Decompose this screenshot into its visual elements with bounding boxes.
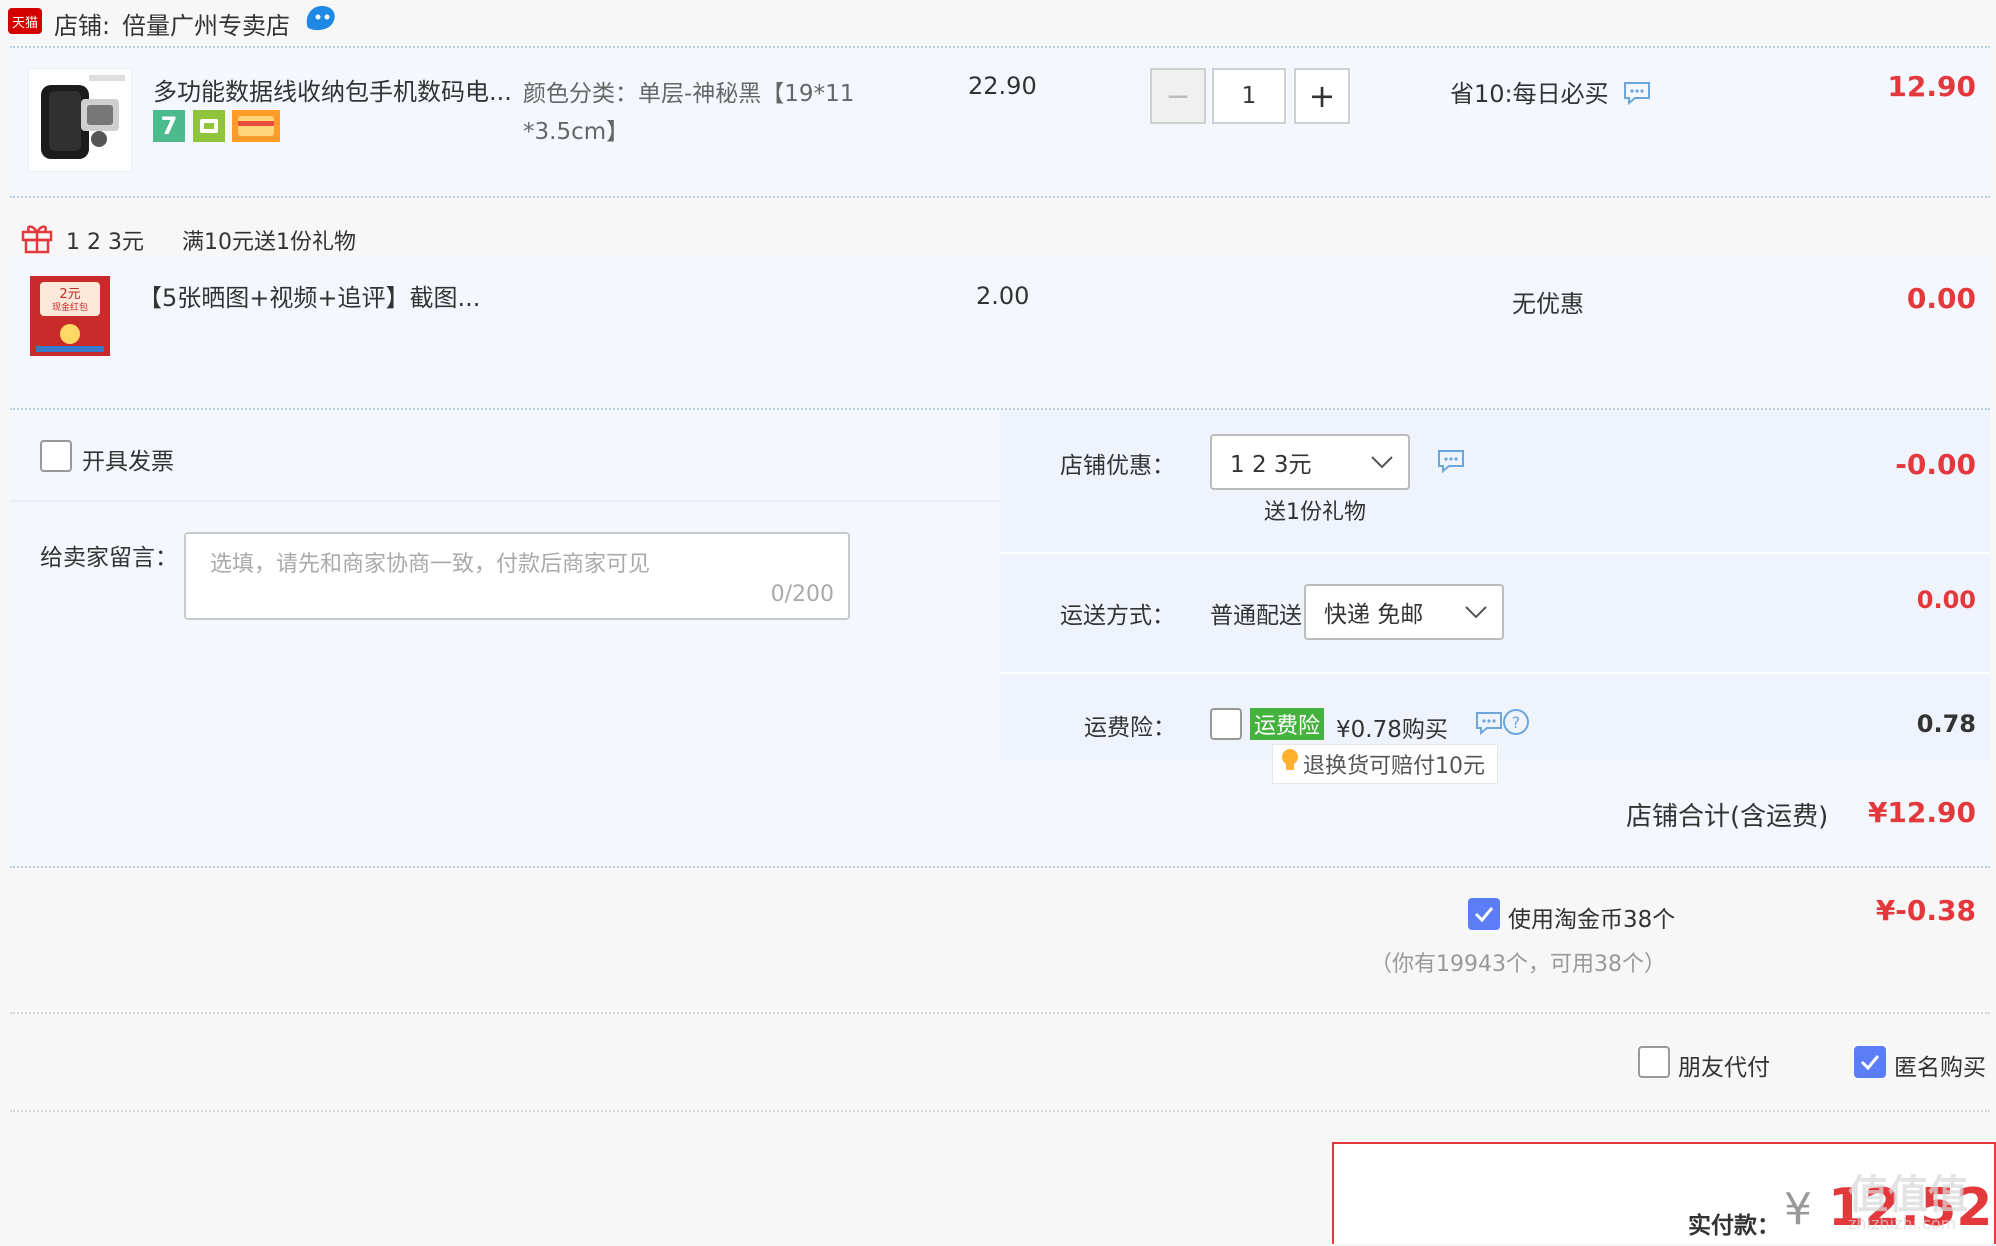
insurance-tag: 运费险 [1250,708,1325,740]
svg-text:2元: 2元 [59,287,80,302]
seller-message-counter: 0/200 [770,582,834,607]
decrease-quantity-button[interactable]: − [1150,68,1206,124]
payment-options-row: 朋友代付 匿名购买 [10,1014,1990,1110]
product-price-1: 22.90 [968,72,1037,100]
insurance-price: ¥0.78购买 [1336,717,1448,743]
shop-discount-note: 送1份礼物 [1264,500,1366,525]
invoice-label: 开具发票 [82,449,174,475]
shop-discount-select[interactable]: 1 2 3元 [1210,434,1410,490]
svg-text:现金红包: 现金红包 [52,301,88,313]
gift-icon [20,220,54,254]
shipping-amount: 0.00 [1916,586,1976,614]
anonymous-option[interactable]: 匿名购买 [1854,1046,1994,1086]
wangwang-chat-icon[interactable] [302,2,340,34]
actual-payment-box: 实付款： ¥ 12.52 值值值 zhizhizhi.com [1332,1142,1996,1244]
service-tag-badge-icon [193,110,225,142]
insurance-label: 运费险： [1084,715,1176,741]
service-tag-card-icon [232,110,280,142]
product-spec-line2: *3.5cm】 [523,119,630,145]
svg-text:?: ? [1512,713,1521,732]
friend-pay-checkbox[interactable] [1638,1046,1670,1078]
shipping-method-selected: 快递 免邮 [1324,602,1424,628]
shop-total-amount: ¥12.90 [1867,796,1976,829]
anonymous-label: 匿名购买 [1894,1055,1986,1081]
watermark-text: 值值值 [1848,1172,1968,1218]
shop-discount-selected: 1 2 3元 [1230,452,1312,478]
tmall-badge-icon: 天猫 [8,8,42,34]
cart-item-1: 多功能数据线收纳包手机数码电... 7 颜色分类：单层-神秘黑【19*11 *3… [10,48,1990,196]
shop-discount-label: 店铺优惠： [1060,453,1175,479]
discount-divider [1000,552,1990,554]
order-options-panel: 开具发票 给卖家留言： 选填，请先和商家协商一致，付款后商家可见 0/200 店… [10,410,1990,866]
quantity-value: 1 [1241,83,1257,109]
product-title-1[interactable]: 多功能数据线收纳包手机数码电... [153,72,512,107]
insurance-amount: 0.78 [1916,710,1976,738]
shipping-type: 普通配送 [1210,603,1302,629]
insurance-tip-text: 退换货可赔付10元 [1303,754,1485,779]
coins-checkbox[interactable] [1468,898,1500,930]
payment-label: 实付款： [1688,1213,1780,1239]
tmall-badge-text: 天猫 [11,15,38,31]
insurance-checkbox[interactable] [1210,708,1242,740]
insurance-help-icon[interactable]: ? [1502,708,1530,736]
lightbulb-icon [1281,748,1299,780]
coins-label: 使用淘金币38个 [1508,907,1676,933]
friend-pay-label: 朋友代付 [1678,1055,1770,1081]
gift-description: 满10元送1份礼物 [182,230,356,255]
watermark: 值值值 zhizhizhi.com [1848,1162,1996,1246]
gift-amount: 1 2 3元 [66,230,144,255]
shop-discount-amount: -0.00 [1895,448,1976,481]
coins-amount: ¥-0.38 [1875,894,1976,927]
promo-comment-icon[interactable] [1622,80,1652,106]
payment-currency: ¥ [1784,1184,1812,1235]
seller-message-input[interactable]: 选填，请先和商家协商一致，付款后商家可见 0/200 [184,532,850,620]
shop-total-label: 店铺合计(含运费) [1626,802,1829,832]
gift-promotion-row: 1 2 3元 满10元送1份礼物 [10,198,1990,255]
anonymous-checkbox[interactable] [1854,1046,1886,1078]
invoice-option[interactable]: 开具发票 [40,440,240,480]
shop-name-link[interactable]: 倍量广州专卖店 [122,6,290,41]
cart-item-2: 2元 现金红包 【5张晒图+视频+追评】截图... 2.00 无优惠 0.00 [10,256,1990,406]
product-title-2[interactable]: 【5张晒图+视频+追评】截图... [138,278,480,313]
product-thumbnail-2[interactable]: 2元 现金红包 [30,276,110,356]
quantity-input[interactable]: 1 [1212,68,1286,124]
watermark-sub: zhizhizhi.com [1848,1214,1957,1233]
product-price-2: 2.00 [976,282,1030,310]
chevron-down-icon [1464,599,1488,625]
product-promo-1: 省10:每日必买 [1450,80,1609,108]
options-divider [10,1110,1990,1112]
shop-label: 店铺: [54,12,111,40]
seller-message-placeholder: 选填，请先和商家协商一致，付款后商家可见 [210,552,651,577]
discount-comment-icon[interactable] [1436,448,1466,474]
insurance-tag-text: 运费险 [1254,714,1321,739]
shop-header: 天猫 店铺: 倍量广州专卖店 [0,0,1996,46]
product-spec-line1: 颜色分类：单层-神秘黑【19*11 [523,81,855,107]
quantity-stepper: − 1 + [1150,68,1354,124]
insurance-comment-icon[interactable] [1474,710,1504,736]
product-subtotal-1: 12.90 [1887,70,1976,103]
coins-row: 使用淘金币38个 （你有19943个，可用38个） ¥-0.38 [10,868,1990,1012]
invoice-checkbox[interactable] [40,440,72,472]
shipping-method-select[interactable]: 快递 免邮 [1304,584,1504,640]
left-section-divider [10,500,1000,502]
service-tag-7day-icon: 7 [153,110,185,142]
increase-quantity-button[interactable]: + [1294,68,1350,124]
insurance-tip: 退换货可赔付10元 [1272,744,1498,784]
coins-note: （你有19943个，可用38个） [1370,952,1666,977]
product-thumbnail-1[interactable] [28,68,132,172]
product-subtotal-2: 0.00 [1906,282,1976,315]
chevron-down-icon [1370,449,1394,475]
seller-message-label: 给卖家留言： [40,545,178,571]
right-options-area: 店铺优惠： 1 2 3元 送1份礼物 -0.00 运送方式： 普通配送 快递 免… [1000,410,1990,760]
shipping-label: 运送方式： [1060,603,1175,629]
shipping-divider [1000,672,1990,674]
friend-pay-option[interactable]: 朋友代付 [1638,1046,1798,1086]
product-promo-2: 无优惠 [1512,290,1584,318]
